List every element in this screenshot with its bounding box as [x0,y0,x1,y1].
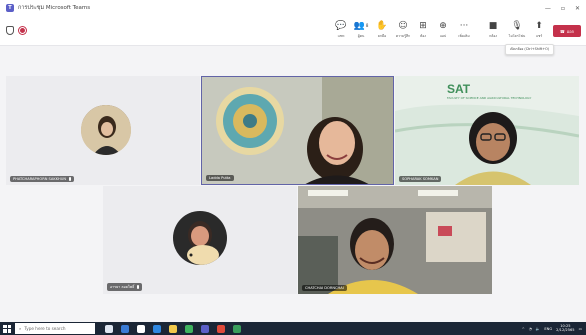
share-label: แชร์ [535,34,543,38]
share-icon: ⬆ [535,20,543,31]
chat-label: แชท [337,34,345,38]
camera-label: กล้อง [489,34,497,38]
app-icon[interactable] [217,324,225,333]
banner-subtext: FACULTY OF SCIENCE AND AGRICULTURAL TECH… [447,96,532,100]
people-count: 8 [365,23,369,28]
edge-icon[interactable] [121,324,129,333]
participant-name-tag: อารยา ลอยโพธิ์ [107,283,143,291]
search-placeholder: Type here to search [24,326,66,331]
maximize-button[interactable]: ▫ [561,5,565,12]
chat-icon: 💬 [335,20,347,31]
close-window-button[interactable]: ✕ [575,5,580,12]
recording-icon [19,27,26,34]
windows-start-icon[interactable] [3,324,11,333]
network-icon[interactable]: ◔ [529,327,532,331]
people-button[interactable]: 👥 8 ผู้คน [350,21,372,39]
participant-name-tag: PHATCHARAPHORN SAKKHUN [10,176,75,182]
mic-icon [137,285,140,289]
leave-button[interactable]: ☎ ออก [553,25,581,37]
raise-hand-label: ยกมือ [377,34,387,38]
avatar [173,211,227,265]
chat-button[interactable]: 💬 แชท [330,21,352,39]
participant-name-tag: SOPHARAK SOMKAN [399,176,442,182]
window-titlebar: T การประชุม Microsoft Teams — ▫ ✕ [0,0,586,16]
smile-icon: ☺ [398,20,408,31]
chrome-icon[interactable] [185,324,193,333]
people-icon: 👥 8 [353,20,369,31]
file-explorer-icon[interactable] [169,324,177,333]
chevron-up-icon[interactable]: ^ [522,327,525,331]
teams-taskbar-icon[interactable] [201,324,209,333]
avatar [81,105,131,155]
taskbar-search[interactable]: ⌕ Type here to search [15,323,95,334]
avatar-image [173,211,227,265]
camera-tooltip: เปิดกล้อง (Ctrl+Shift+O) [505,44,555,55]
mail-icon[interactable] [153,324,161,333]
reactions-button[interactable]: ☺ ความรู้สึก [392,21,414,39]
participant-name-tag: CHATCHAI DORNCHAI [302,285,347,291]
clock[interactable]: 10:25 2/12/2565 [556,324,574,333]
participant-tile-5[interactable]: CHATCHAI DORNCHAI [298,186,492,294]
participant-tile-2[interactable]: Ladda Putta [201,76,394,185]
participant-tile-4[interactable]: อารยา ลอยโพธิ์ [103,186,297,294]
camera-icon: ■ [488,20,498,31]
rooms-icon: ⊞ [419,20,427,31]
meeting-toolbar: 💬 แชท 👥 8 ผู้คน ✋ ยกมือ ☺ ความรู้สึก ⊞ ห้… [0,16,586,46]
mic-icon [69,177,72,181]
rooms-button[interactable]: ⊞ ห้อง [412,21,434,39]
window-title: การประชุม Microsoft Teams [18,5,91,11]
participant-video [298,186,492,294]
apps-button[interactable]: ⊕ แอป [432,21,454,39]
mic-button[interactable]: 🎙 ไมโครโฟน [506,21,528,39]
language-indicator[interactable]: ENG [544,327,552,331]
leave-label: ออก [566,28,575,34]
mic-label: ไมโครโฟน [508,34,526,38]
notification-icon[interactable]: ▭ [579,327,582,331]
teams-logo-icon: T [6,4,14,12]
share-button[interactable]: ⬆ แชร์ [528,21,550,39]
task-view-icon[interactable] [105,324,113,333]
hand-icon: ✋ [376,20,388,31]
more-label: เพิ่มเติม [458,34,470,38]
avatar-image [81,105,131,155]
windows-taskbar: ⌕ Type here to search ^ ◔ 🔈 ENG 10:25 2/… [0,322,586,335]
mic-icon: 🎙 [511,20,523,31]
people-label: ผู้คน [357,34,365,38]
phone-icon: ☎ [559,28,565,34]
shield-icon[interactable] [6,26,14,35]
system-tray: ^ ◔ 🔈 ENG 10:25 2/12/2565 ▭ [522,322,582,335]
apps-icon: ⊕ [439,20,447,31]
participant-video [395,76,579,185]
search-icon: ⌕ [19,326,22,331]
volume-icon[interactable]: 🔈 [536,327,540,331]
raise-hand-button[interactable]: ✋ ยกมือ [371,21,393,39]
camera-button[interactable]: ■ กล้อง [482,21,504,39]
store-icon[interactable] [137,324,145,333]
reactions-label: ความรู้สึก [395,34,411,38]
banner-logo: SAT [447,82,471,96]
participant-tile-1[interactable]: PHATCHARAPHORN SAKKHUN [6,76,200,185]
rooms-label: ห้อง [420,34,426,38]
participant-tile-3[interactable]: SAT FACULTY OF SCIENCE AND AGRICULTURAL … [395,76,579,185]
more-icon: ··· [459,20,469,31]
more-button[interactable]: ··· เพิ่มเติม [453,21,475,39]
participant-name-tag: Ladda Putta [206,175,234,181]
minimize-button[interactable]: — [545,5,551,12]
app-icon[interactable] [233,324,241,333]
participant-video [202,77,393,184]
apps-label: แอป [439,34,447,38]
